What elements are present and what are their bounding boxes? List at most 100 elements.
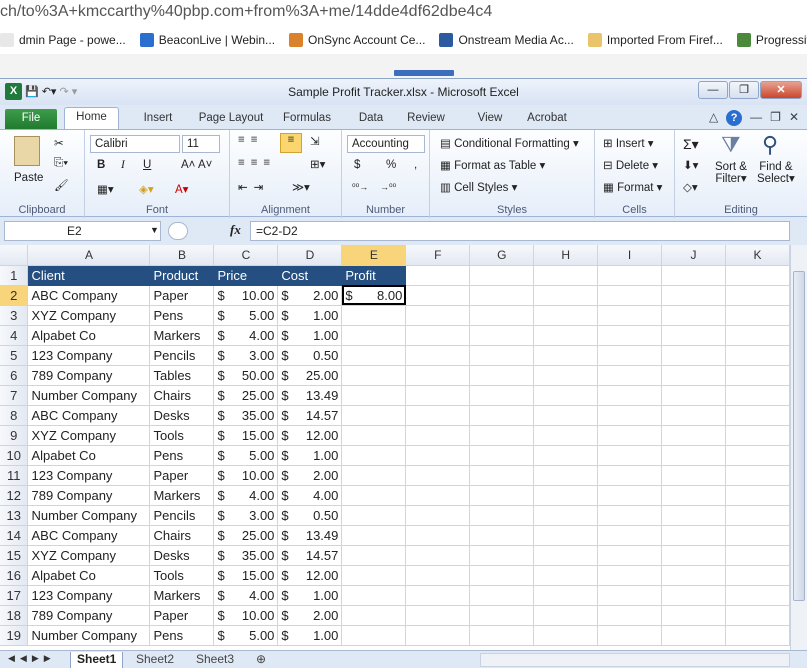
client-cell[interactable]: Alpabet Co <box>27 445 151 466</box>
cost-cell[interactable]: $13.49 <box>277 525 343 546</box>
empty-cell[interactable] <box>533 285 599 306</box>
empty-cell[interactable] <box>533 485 599 506</box>
tab-page-layout[interactable]: Page Layout <box>190 109 272 129</box>
format-cells-button[interactable]: ▦ Format ▾ <box>603 180 662 194</box>
empty-cell[interactable] <box>405 505 471 526</box>
empty-cell[interactable] <box>597 525 663 546</box>
row-header-19[interactable]: 19 <box>0 625 29 646</box>
empty-cell[interactable] <box>405 565 471 586</box>
empty-cell[interactable] <box>597 425 663 446</box>
cost-cell[interactable]: $1.00 <box>277 585 343 606</box>
sheet-nav-arrows[interactable]: ◀◀▶▶ <box>8 653 56 664</box>
empty-cell[interactable] <box>597 625 663 646</box>
empty-cell[interactable] <box>661 385 726 406</box>
row-header-12[interactable]: 12 <box>0 485 29 506</box>
merge-center-icon[interactable]: ⊞▾ <box>310 157 325 171</box>
empty-cell[interactable] <box>469 405 535 426</box>
currency-button[interactable]: $ <box>354 159 360 171</box>
window-close-icon[interactable]: ✕ <box>789 110 799 126</box>
sheet-tab-sheet3[interactable]: Sheet3 <box>190 652 240 668</box>
borders-icon[interactable]: ▦▾ <box>97 182 114 196</box>
product-cell[interactable]: Markers <box>149 485 215 506</box>
number-format-combo[interactable]: Accounting <box>347 135 425 153</box>
client-cell[interactable]: ABC Company <box>27 285 151 306</box>
empty-cell[interactable] <box>469 325 535 346</box>
sheet-tab-sheet1[interactable]: Sheet1 <box>70 652 124 668</box>
conditional-formatting-button[interactable]: ▤ Conditional Formatting ▾ <box>440 136 579 150</box>
font-size-combo[interactable]: 11 <box>182 135 220 153</box>
formula-bar-toggle[interactable] <box>168 222 188 240</box>
increase-decimal-icon[interactable]: ⁰⁰→ <box>352 182 368 193</box>
empty-cell[interactable] <box>469 365 535 386</box>
formula-input[interactable]: =C2-D2 <box>250 221 790 241</box>
find-select-icon[interactable]: ⚲ <box>762 132 778 158</box>
empty-cell[interactable] <box>597 305 663 326</box>
row-header-1[interactable]: 1 <box>0 265 29 286</box>
empty-cell[interactable] <box>725 605 790 626</box>
empty-cell[interactable] <box>661 445 726 466</box>
wrap-text-icon[interactable]: ⇲ <box>310 134 320 148</box>
vertical-scroll-thumb[interactable] <box>793 271 805 601</box>
price-cell[interactable]: $5.00 <box>213 445 279 466</box>
cost-cell[interactable]: $25.00 <box>277 365 343 386</box>
empty-cell[interactable] <box>405 345 471 366</box>
decrease-decimal-icon[interactable]: →⁰⁰ <box>380 182 396 193</box>
price-cell[interactable]: $4.00 <box>213 585 279 606</box>
empty-cell[interactable] <box>725 265 790 286</box>
percent-button[interactable]: % <box>386 159 396 171</box>
header-cell[interactable]: Cost <box>277 265 343 286</box>
product-cell[interactable]: Tools <box>149 425 215 446</box>
bookmark-item[interactable]: OnSync Account Ce... <box>289 33 425 47</box>
row-header-10[interactable]: 10 <box>0 445 29 466</box>
row-header-15[interactable]: 15 <box>0 545 29 566</box>
profit-cell[interactable] <box>341 585 407 606</box>
product-cell[interactable]: Chairs <box>149 525 215 546</box>
empty-cell[interactable] <box>597 545 663 566</box>
profit-cell[interactable] <box>341 625 407 646</box>
empty-cell[interactable] <box>405 605 471 626</box>
row-header-3[interactable]: 3 <box>0 305 29 326</box>
underline-button[interactable]: U <box>143 159 151 171</box>
empty-cell[interactable] <box>661 285 726 306</box>
empty-cell[interactable] <box>533 505 599 526</box>
profit-cell[interactable] <box>341 485 407 506</box>
client-cell[interactable]: Alpabet Co <box>27 565 151 586</box>
bold-button[interactable]: B <box>97 159 105 171</box>
price-cell[interactable]: $10.00 <box>213 285 279 306</box>
empty-cell[interactable] <box>725 345 790 366</box>
empty-cell[interactable] <box>405 305 471 326</box>
empty-cell[interactable] <box>533 565 599 586</box>
client-cell[interactable]: XYZ Company <box>27 545 151 566</box>
empty-cell[interactable] <box>725 525 790 546</box>
profit-cell[interactable] <box>341 365 407 386</box>
cost-cell[interactable]: $2.00 <box>277 605 343 626</box>
empty-cell[interactable] <box>725 465 790 486</box>
empty-cell[interactable] <box>405 585 471 606</box>
price-cell[interactable]: $10.00 <box>213 465 279 486</box>
empty-cell[interactable] <box>405 425 471 446</box>
empty-cell[interactable] <box>661 545 726 566</box>
client-cell[interactable]: 789 Company <box>27 365 151 386</box>
column-header-i[interactable]: I <box>597 245 663 266</box>
price-cell[interactable]: $25.00 <box>213 525 279 546</box>
minimize-ribbon-icon[interactable]: △ <box>709 110 718 126</box>
product-cell[interactable]: Tables <box>149 365 215 386</box>
profit-cell[interactable] <box>341 345 407 366</box>
price-cell[interactable]: $15.00 <box>213 425 279 446</box>
font-name-combo[interactable]: Calibri <box>90 135 180 153</box>
empty-cell[interactable] <box>469 425 535 446</box>
empty-cell[interactable] <box>533 265 599 286</box>
fill-color-icon[interactable]: ◈▾ <box>139 182 154 196</box>
column-header-c[interactable]: C <box>213 245 279 266</box>
cost-cell[interactable]: $14.57 <box>277 545 343 566</box>
empty-cell[interactable] <box>661 265 726 286</box>
empty-cell[interactable] <box>405 485 471 506</box>
product-cell[interactable]: Paper <box>149 285 215 306</box>
row-header-5[interactable]: 5 <box>0 345 29 366</box>
row-header-17[interactable]: 17 <box>0 585 29 606</box>
empty-cell[interactable] <box>725 325 790 346</box>
empty-cell[interactable] <box>597 505 663 526</box>
empty-cell[interactable] <box>661 505 726 526</box>
clear-icon[interactable]: ◇▾ <box>683 180 698 194</box>
client-cell[interactable]: 789 Company <box>27 605 151 626</box>
